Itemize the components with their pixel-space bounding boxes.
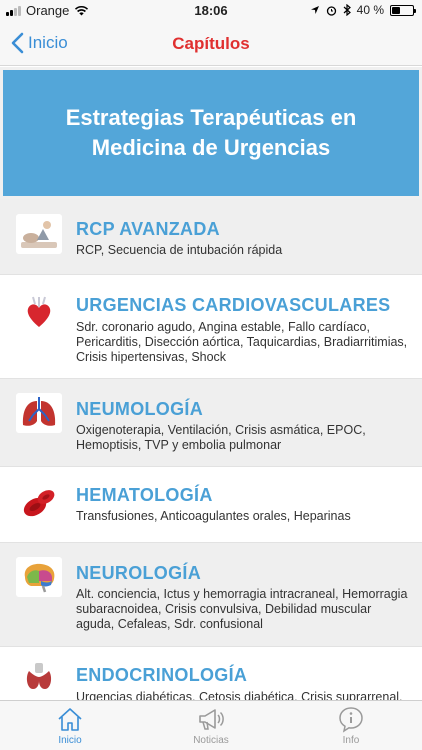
megaphone-icon [199, 709, 224, 730]
info-icon [339, 707, 363, 733]
heart-icon [16, 293, 62, 333]
lungs-icon [16, 393, 62, 433]
back-label: Inicio [28, 33, 68, 52]
chapter-row-neurologia[interactable]: NEUROLOGÍA Alt. conciencia, Ictus y hemo… [0, 543, 422, 647]
status-bar: Orange 18:06 40 % [0, 0, 422, 22]
battery-icon [390, 4, 416, 16]
chevron-left-icon [11, 32, 24, 54]
banner: Estrategias Terapéuticas en Medicina de … [0, 67, 422, 199]
chapter-row-endocrinologia[interactable]: ENDOCRINOLOGÍA Urgencias diabéticas, Cet… [0, 647, 422, 707]
navigation-bar: Inicio Capítulos [0, 22, 422, 66]
blood-cells-icon [16, 483, 62, 523]
thyroid-icon [16, 659, 62, 699]
tab-inicio[interactable]: Inicio [30, 705, 110, 746]
tab-label: Inicio [58, 735, 82, 746]
chapter-row-neumologia[interactable]: NEUMOLOGÍA Oxigenoterapia, Ventilación, … [0, 379, 422, 467]
tab-info[interactable]: Info [311, 705, 391, 746]
battery-fill [392, 6, 400, 14]
chapter-subtitle: Transfusiones, Anticoagulantes orales, H… [76, 509, 351, 523]
home-icon [58, 708, 82, 731]
chapter-row-cardiovascular[interactable]: URGENCIAS CARDIOVASCULARES Sdr. coronari… [0, 275, 422, 379]
banner-title: Estrategias Terapéuticas en Medicina de … [65, 105, 357, 160]
chapter-title: ENDOCRINOLOGÍA [76, 665, 248, 685]
cpr-icon [16, 214, 62, 254]
chapter-title: NEUROLOGÍA [76, 563, 202, 583]
chapter-subtitle: Oxigenoterapia, Ventilación, Crisis asmá… [76, 423, 366, 452]
banner-box: Estrategias Terapéuticas en Medicina de … [3, 70, 419, 196]
chapter-title: URGENCIAS CARDIOVASCULARES [76, 295, 391, 315]
brain-icon [16, 557, 62, 597]
location-icon [310, 6, 319, 14]
chapter-list: RCP AVANZADA RCP, Secuencia de intubació… [0, 199, 422, 707]
chapter-row-rcp[interactable]: RCP AVANZADA RCP, Secuencia de intubació… [0, 199, 422, 275]
chapter-title: RCP AVANZADA [76, 219, 220, 239]
tab-bar: Inicio Noticias Info [0, 700, 422, 750]
chapter-row-hematologia[interactable]: HEMATOLOGÍA Transfusiones, Anticoagulant… [0, 467, 422, 543]
status-right: 40 % [310, 3, 416, 17]
tab-noticias[interactable]: Noticias [171, 705, 251, 746]
chapter-title: HEMATOLOGÍA [76, 485, 213, 505]
tab-label: Info [342, 735, 360, 746]
chapter-subtitle: RCP, Secuencia de intubación rápida [76, 243, 283, 257]
bluetooth-icon [343, 4, 351, 16]
alarm-icon [326, 5, 336, 16]
chapter-title: NEUMOLOGÍA [76, 399, 203, 419]
tab-label: Noticias [193, 735, 229, 746]
chapter-subtitle: Alt. conciencia, Ictus y hemorragia intr… [76, 587, 408, 631]
chapter-subtitle: Sdr. coronario agudo, Angina estable, Fa… [76, 320, 408, 364]
back-button[interactable]: Inicio [10, 32, 68, 54]
battery-label: 40 % [356, 3, 384, 17]
